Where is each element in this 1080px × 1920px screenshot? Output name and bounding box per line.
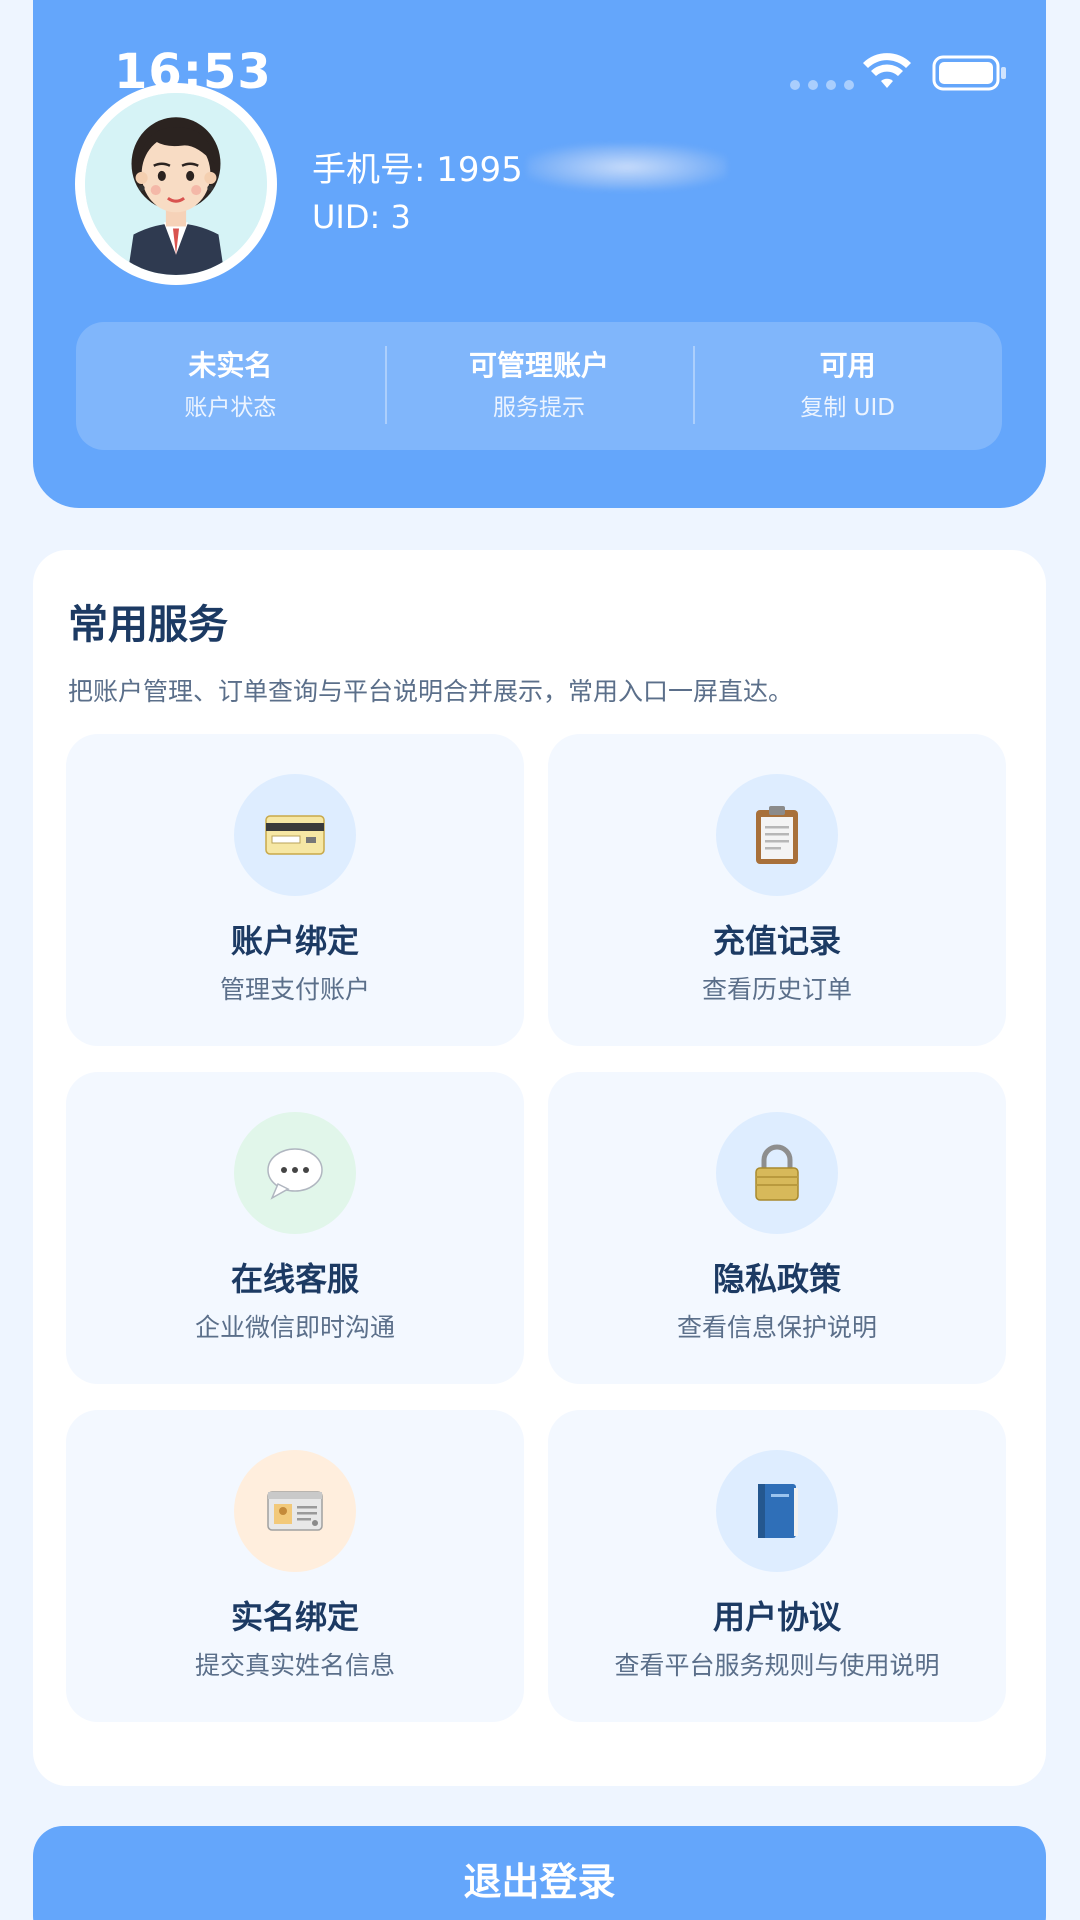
stat-value: 可用 [819,349,876,382]
service-tile-online-support[interactable]: 在线客服 企业微信即时沟通 [66,1072,524,1384]
tile-title: 账户绑定 [230,922,359,960]
stat-service-tip[interactable]: 可管理账户 服务提示 [384,346,694,426]
account-stats-panel: 未实名 账户状态 可管理账户 服务提示 可用 复制 UID [76,322,1002,450]
stat-copy-uid[interactable]: 可用 复制 UID [693,346,1002,426]
tile-subtitle: 管理支付账户 [219,975,370,1004]
service-tile-privacy-policy[interactable]: 隐私政策 查看信息保护说明 [548,1072,1006,1384]
speech-bubble-icon [267,1148,323,1200]
service-tile-account-binding[interactable]: 账户绑定 管理支付账户 [66,734,524,1046]
stat-label: 复制 UID [800,395,895,421]
stat-value: 未实名 [188,349,273,382]
battery-icon [932,55,1006,91]
stat-value: 可管理账户 [469,349,610,382]
service-tile-user-agreement[interactable]: 用户协议 查看平台服务规则与使用说明 [548,1410,1006,1722]
user-avatar-icon [85,93,267,275]
tile-subtitle: 查看信息保护说明 [676,1313,877,1342]
tile-subtitle: 查看平台服务规则与使用说明 [614,1651,940,1680]
tile-icon-circle [716,1112,838,1234]
tile-icon-circle [234,1450,356,1572]
service-tile-real-name-binding[interactable]: 实名绑定 提交真实姓名信息 [66,1410,524,1722]
tile-title: 用户协议 [712,1598,841,1636]
avatar[interactable] [75,83,277,285]
phone-number: 手机号: 1995 [312,142,727,191]
tile-title: 实名绑定 [230,1598,359,1636]
book-icon [758,1484,798,1538]
tile-subtitle: 提交真实姓名信息 [194,1651,395,1680]
services-title: 常用服务 [68,602,228,648]
tile-icon-circle [716,774,838,896]
services-description: 把账户管理、订单查询与平台说明合并展示，常用入口一屏直达。 [68,677,794,706]
tile-icon-circle [234,774,356,896]
tile-title: 隐私政策 [712,1260,841,1298]
stat-label: 账户状态 [184,395,277,421]
cellular-signal-icon [790,80,854,90]
services-card: 常用服务 把账户管理、订单查询与平台说明合并展示，常用入口一屏直达。 账户绑定 … [33,550,1046,1786]
id-card-icon [267,1491,323,1531]
uid-text: UID: 3 [312,198,411,236]
clipboard-icon [756,806,798,864]
wifi-icon [863,53,911,88]
tile-title: 充值记录 [712,922,841,960]
credit-card-icon [265,815,325,855]
stat-label: 服务提示 [493,395,585,421]
lock-icon [755,1144,799,1201]
tile-title: 在线客服 [230,1260,359,1298]
service-tile-recharge-records[interactable]: 充值记录 查看历史订单 [548,734,1006,1046]
logout-button[interactable]: 退出登录 [33,1826,1046,1920]
phone-number-text: 手机号: 1995 [312,150,523,190]
tile-icon-circle [716,1450,838,1572]
tile-subtitle: 企业微信即时沟通 [194,1313,395,1342]
tile-subtitle: 查看历史订单 [701,975,852,1004]
stat-account-status[interactable]: 未实名 账户状态 [76,346,385,426]
tile-icon-circle [234,1112,356,1234]
phone-number-mask [526,143,727,190]
